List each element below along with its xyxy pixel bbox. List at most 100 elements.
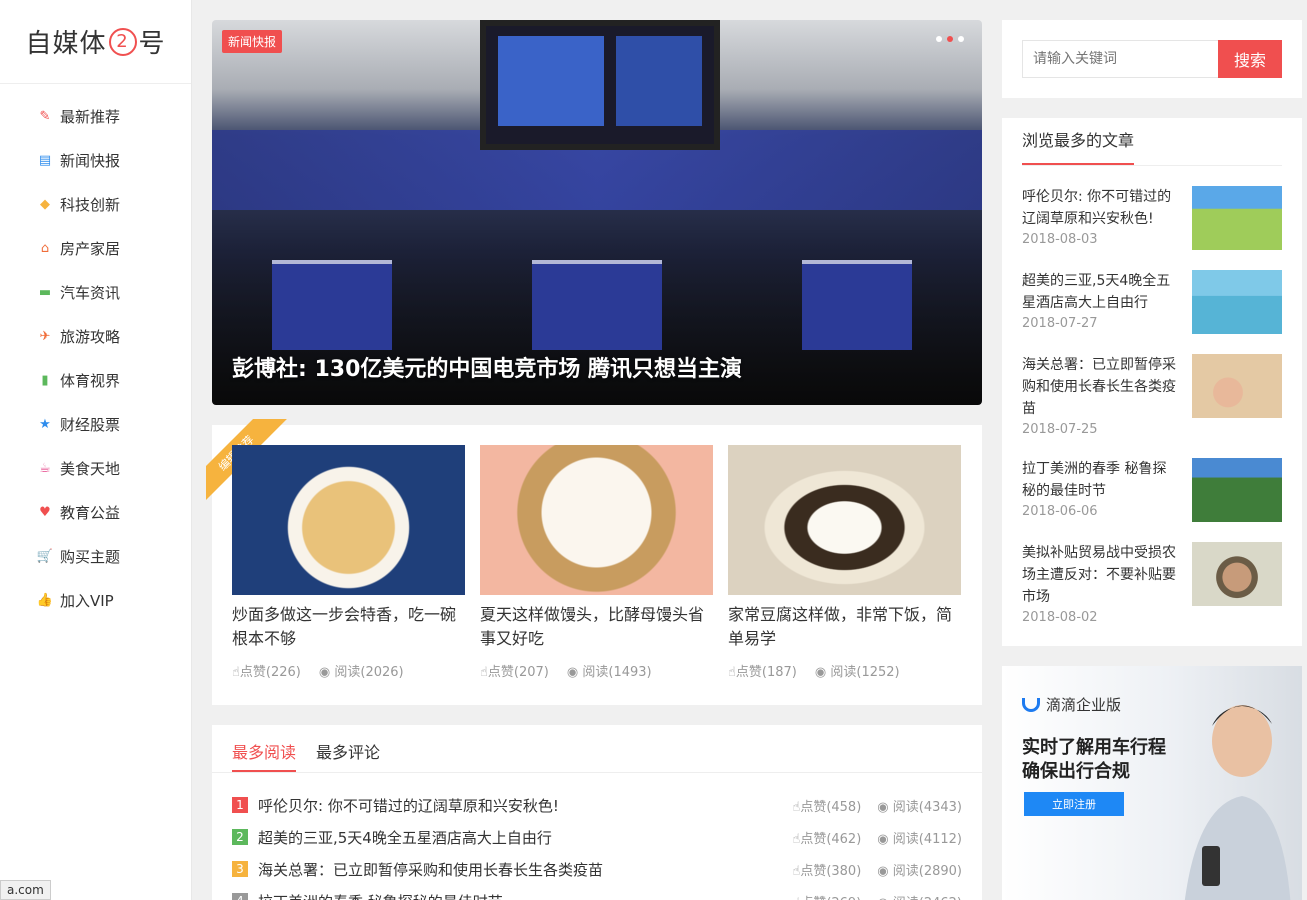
most-viewed-thumb[interactable]: [1192, 458, 1282, 522]
thumbs-up-icon: ☝: [480, 665, 488, 680]
like-label: 点赞(269): [800, 896, 861, 900]
sidebar-item-label: 购买主题: [60, 547, 121, 566]
ranking-row[interactable]: 3 海关总署：已立即暂停采购和使用长春长生各类疫苗 ☝点赞(380) ◉ 阅读(289…: [232, 853, 962, 885]
ranking-row[interactable]: 1 呼伦贝尔: 你不可错过的辽阔草原和兴安秋色! ☝点赞(458) ◉ 阅读(4343…: [232, 789, 962, 821]
status-bar-url: a.com: [0, 880, 51, 900]
most-viewed-item[interactable]: 拉丁美洲的春季 秘鲁探秘的最佳时节 2018-06-06: [1022, 458, 1282, 522]
rank-title[interactable]: 海关总署：已立即暂停采购和使用长春长生各类疫苗: [258, 859, 792, 880]
sidebar-item-5[interactable]: ✈ 旅游攻略: [0, 314, 191, 358]
thumbs-up-icon: ☝: [728, 665, 736, 680]
sidebar-item-label: 美食天地: [60, 459, 121, 478]
most-viewed-title[interactable]: 呼伦贝尔: 你不可错过的辽阔草原和兴安秋色!: [1022, 186, 1178, 230]
like-count[interactable]: ☝点赞(462): [792, 828, 861, 847]
most-viewed-title[interactable]: 海关总署：已立即暂停采购和使用长春长生各类疫苗: [1022, 354, 1178, 420]
rec-title[interactable]: 炒面多做这一步会特香，吃一碗根本不够: [232, 603, 465, 651]
plane-icon: ✈: [39, 328, 51, 344]
read-count: ◉ 阅读(2890): [877, 860, 962, 879]
search-input[interactable]: [1022, 40, 1218, 78]
hero-slider[interactable]: 新闻快报 彭博社: 130亿美元的中国电竞市场 腾讯只想当主演: [212, 20, 982, 405]
rank-number: 1: [232, 797, 248, 813]
hero-dot[interactable]: [958, 36, 964, 42]
hero-pagination[interactable]: [936, 36, 964, 42]
search-button[interactable]: 搜索: [1218, 40, 1282, 78]
hero-title[interactable]: 彭博社: 130亿美元的中国电竞市场 腾讯只想当主演: [232, 351, 742, 383]
most-viewed-item[interactable]: 呼伦贝尔: 你不可错过的辽阔草原和兴安秋色! 2018-08-03: [1022, 186, 1282, 250]
most-viewed-title[interactable]: 美拟补贴贸易战中受损农场主遭反对：不要补贴要市场: [1022, 542, 1178, 608]
rank-title[interactable]: 拉丁美洲的春季 秘鲁探秘的最佳时节: [258, 891, 792, 900]
sidebar-item-label: 汽车资讯: [60, 283, 121, 302]
site-logo[interactable]: 自媒体 2 号: [0, 0, 191, 84]
most-viewed-thumb[interactable]: [1192, 542, 1282, 606]
sidebar-item-6[interactable]: ▮ 体育视界: [0, 358, 191, 402]
hero-dot[interactable]: [936, 36, 942, 42]
most-viewed-thumb[interactable]: [1192, 186, 1282, 250]
most-viewed-title[interactable]: 拉丁美洲的春季 秘鲁探秘的最佳时节: [1022, 458, 1178, 502]
most-viewed-box: 浏览最多的文章 呼伦贝尔: 你不可错过的辽阔草原和兴安秋色! 2018-08-03…: [1002, 118, 1302, 646]
rank-title[interactable]: 呼伦贝尔: 你不可错过的辽阔草原和兴安秋色!: [258, 795, 792, 816]
sidebar-item-0[interactable]: ✎ 最新推荐: [0, 94, 191, 138]
like-count[interactable]: ☝点赞(187): [728, 661, 797, 680]
like-count[interactable]: ☝点赞(226): [232, 661, 301, 680]
rec-title[interactable]: 夏天这样做馒头，比酵母馒头省事又好吃: [480, 603, 713, 651]
sidebar-item-3[interactable]: ⌂ 房产家居: [0, 226, 191, 270]
sidebar-item-label: 房产家居: [60, 239, 121, 258]
like-count[interactable]: ☝点赞(269): [792, 892, 861, 900]
most-viewed-thumb[interactable]: [1192, 270, 1282, 334]
read-label: 阅读(4112): [892, 831, 962, 847]
like-label: 点赞(462): [800, 831, 862, 847]
pencil-icon: ✎: [39, 108, 51, 124]
most-viewed-item[interactable]: 海关总署：已立即暂停采购和使用长春长生各类疫苗 2018-07-25: [1022, 354, 1282, 438]
star-icon: ★: [39, 416, 51, 432]
most-viewed-title[interactable]: 超美的三亚,5天4晚全五星酒店高大上自由行: [1022, 270, 1178, 314]
like-count[interactable]: ☝点赞(380): [792, 860, 861, 879]
sidebar-item-10[interactable]: 🛒 购买主题: [0, 534, 191, 578]
like-label: 点赞(226): [239, 665, 301, 680]
hero-category-tag[interactable]: 新闻快报: [222, 30, 283, 53]
tab-most-commented[interactable]: 最多评论: [316, 725, 380, 772]
rec-image[interactable]: [480, 445, 713, 595]
coffee-icon: ☕: [39, 460, 51, 476]
ad-register-button[interactable]: 立即注册: [1024, 792, 1124, 816]
read-label: 阅读(2890): [892, 863, 962, 879]
sidebar-item-8[interactable]: ☕ 美食天地: [0, 446, 191, 490]
ranking-row[interactable]: 2 超美的三亚,5天4晚全五星酒店高大上自由行 ☝点赞(462) ◉ 阅读(4112): [232, 821, 962, 853]
sidebar-item-label: 最新推荐: [60, 107, 121, 126]
read-count: ◉ 阅读(1493): [567, 661, 652, 680]
sidebar-item-1[interactable]: ▤ 新闻快报: [0, 138, 191, 182]
read-count: ◉ 阅读(2026): [319, 661, 404, 680]
most-viewed-date: 2018-06-06: [1022, 504, 1098, 519]
sidebar-item-9[interactable]: ♥ 教育公益: [0, 490, 191, 534]
ranking-tabs: 最多阅读 最多评论: [212, 725, 982, 773]
tab-most-read[interactable]: 最多阅读: [232, 725, 297, 772]
ad-brand-label: 滴滴企业版: [1046, 696, 1122, 714]
sidebar-item-4[interactable]: ▬ 汽车资讯: [0, 270, 191, 314]
rec-image[interactable]: [232, 445, 465, 595]
eye-icon: ◉: [814, 665, 831, 680]
ad-headline-line1: 实时了解用车行程: [1022, 737, 1166, 758]
home-icon: ⌂: [40, 240, 50, 256]
rec-title[interactable]: 家常豆腐这样做，非常下饭，简单易学: [728, 603, 961, 651]
read-count: ◉ 阅读(4343): [877, 796, 962, 815]
ad-banner[interactable]: 滴滴企业版 实时了解用车行程 确保出行合规 立即注册: [1002, 666, 1302, 900]
hero-image-desk: [272, 260, 392, 350]
ranking-row[interactable]: 4 拉丁美洲的春季 秘鲁探秘的最佳时节☝点赞(269) ◉ 阅读(2462): [232, 885, 962, 900]
like-count[interactable]: ☝点赞(207): [480, 661, 549, 680]
rec-image[interactable]: [728, 445, 961, 595]
most-viewed-item[interactable]: 美拟补贴贸易战中受损农场主遭反对：不要补贴要市场 2018-08-02: [1022, 542, 1282, 626]
hero-dot-active[interactable]: [947, 36, 953, 42]
most-viewed-thumb[interactable]: [1192, 354, 1282, 418]
cart-icon: 🛒: [36, 548, 54, 564]
sidebar-item-label: 加入VIP: [60, 591, 114, 610]
sidebar-item-7[interactable]: ★ 财经股票: [0, 402, 191, 446]
rank-meta: ☝点赞(380) ◉ 阅读(2890): [792, 860, 962, 879]
editor-picks: 编辑推荐 炒面多做这一步会特香，吃一碗根本不够 ☝点赞(226) ◉ 阅读(20…: [206, 419, 982, 705]
rec-card[interactable]: 炒面多做这一步会特香，吃一碗根本不够 ☝点赞(226) ◉ 阅读(2026): [232, 445, 465, 685]
rec-card[interactable]: 夏天这样做馒头，比酵母馒头省事又好吃 ☝点赞(207) ◉ 阅读(1493): [480, 445, 713, 685]
sidebar-item-2[interactable]: ◆ 科技创新: [0, 182, 191, 226]
most-viewed-item[interactable]: 超美的三亚,5天4晚全五星酒店高大上自由行 2018-07-27: [1022, 270, 1282, 334]
sidebar-item-11[interactable]: 👍 加入VIP: [0, 578, 191, 622]
rec-card[interactable]: 家常豆腐这样做，非常下饭，简单易学 ☝点赞(187) ◉ 阅读(1252): [728, 445, 961, 685]
like-count[interactable]: ☝点赞(458): [792, 796, 861, 815]
most-viewed-date: 2018-07-25: [1022, 422, 1098, 437]
rank-title[interactable]: 超美的三亚,5天4晚全五星酒店高大上自由行: [258, 827, 792, 848]
